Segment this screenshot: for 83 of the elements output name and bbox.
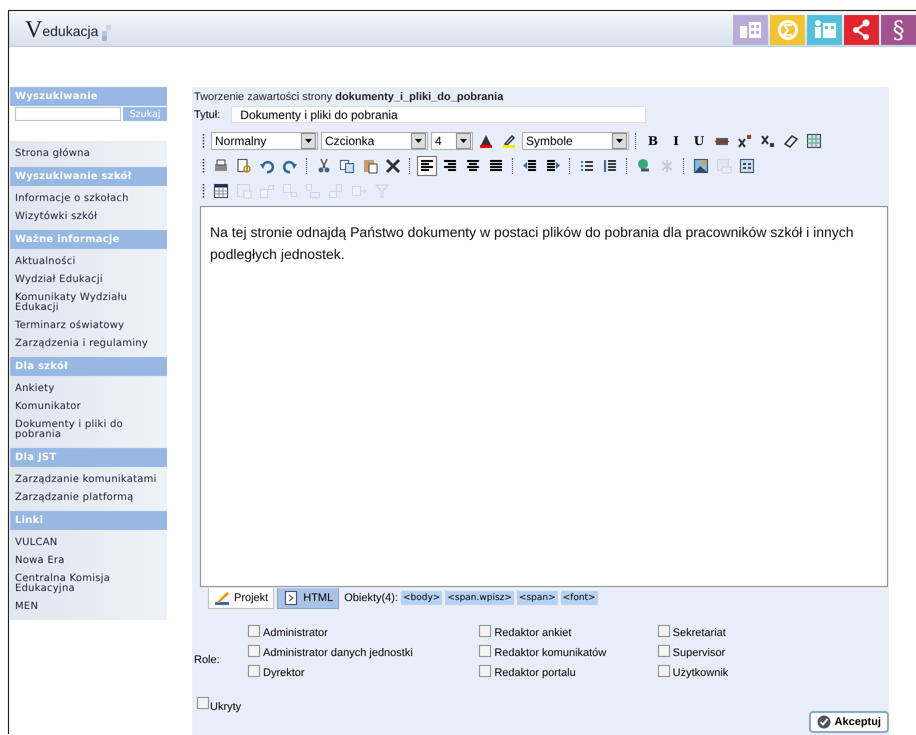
menu-link[interactable]: Zarządzanie komunikatami [10, 471, 167, 489]
search-field[interactable] [15, 107, 121, 121]
section-header: Linki [10, 511, 167, 530]
format-button[interactable]: I [666, 130, 686, 150]
checkbox-label: Administrator danych jednostki [263, 646, 413, 659]
checkmark-icon [816, 715, 831, 729]
checkbox[interactable] [479, 625, 492, 637]
checkbox-label: Supervisor [672, 646, 726, 659]
checkbox[interactable] [248, 665, 260, 677]
menu-link[interactable]: Dokumenty i pliki do pobrania [10, 416, 167, 444]
section-header: Dla szkół [10, 357, 167, 376]
toolbar-grip[interactable] [202, 182, 205, 198]
checkbox[interactable] [248, 645, 260, 657]
section-header: Dla JST [10, 448, 167, 467]
checkbox[interactable] [479, 665, 492, 677]
caret-icon [415, 138, 422, 142]
caret-icon [305, 138, 312, 142]
field-label: Tytuł: [194, 108, 220, 120]
checkbox[interactable] [248, 625, 260, 637]
caret-icon [616, 138, 623, 142]
menu-link[interactable]: Nowa Era [10, 552, 167, 570]
squares-icon [100, 24, 114, 40]
menu-link[interactable]: MEN [10, 598, 167, 616]
page-heading: Tworzenie zawartości strony dokumenty_i_pliki_do_pobrania [193, 91, 504, 103]
checkbox[interactable] [658, 625, 670, 637]
element-tag[interactable]: <span> [516, 591, 558, 605]
section-header: Ważne informacje [10, 230, 167, 249]
element-tag[interactable]: <span.wpisz> [445, 591, 514, 605]
editor-area[interactable]: Na tej stronie odnajdą Państwo dokumenty w postaci plików do pobrania dla pracowników szkół i innych podległych jednostek. [200, 206, 888, 587]
menu-link[interactable]: Zarządzenia i regulaminy [10, 335, 167, 353]
dropdown[interactable]: Symbole [522, 132, 629, 150]
body-text: Na tej stronie odnajdą Państwo dokumenty w postaci plików do pobrania dla pracowników szkół i innych podległych jednostek. [210, 223, 855, 264]
dropdown[interactable]: 4 [431, 132, 473, 150]
menu-link[interactable]: Informacje o szkołach [10, 190, 167, 208]
dropdown[interactable]: Normalny [211, 132, 318, 150]
section-header: Wyszukiwanie szkół [10, 167, 167, 186]
element-tag[interactable]: <body> [401, 591, 442, 605]
menu-link[interactable]: Centralna Komisja Edukacyjna [10, 570, 167, 598]
app-tile[interactable] [770, 14, 805, 44]
checkbox[interactable] [658, 665, 670, 677]
accept-button[interactable]: Akceptuj [808, 711, 889, 733]
format-button[interactable]: B [643, 130, 663, 150]
checkbox-label: Sekretariat [672, 626, 726, 639]
toolbar-grip[interactable] [202, 132, 205, 148]
code-file-icon [283, 590, 300, 606]
menu-link[interactable]: Wizytówki szkół [10, 208, 167, 226]
app-tile[interactable] [844, 14, 879, 44]
field-label: Role: [194, 654, 220, 666]
menu-link[interactable]: Komunikator [10, 398, 167, 416]
app-tile[interactable] [807, 14, 842, 44]
align-left-icon[interactable] [417, 156, 437, 176]
menu-link[interactable]: VULCAN [10, 534, 167, 552]
checkbox-label: Użytkownik [672, 666, 728, 679]
paragraph-tile[interactable]: § [881, 14, 916, 44]
menu-link[interactable]: Zarządzanie platformą [10, 489, 167, 507]
format-button[interactable]: U [689, 130, 709, 150]
checkbox[interactable] [658, 645, 670, 657]
caret-icon [460, 138, 467, 142]
menu-link[interactable]: Terminarz oświatowy [10, 317, 167, 335]
checkbox-label: Redaktor portalu [494, 666, 576, 679]
menu-link[interactable]: Wydział Edukacji [10, 271, 167, 289]
checkbox[interactable] [479, 645, 492, 657]
objects-label: Obiekty(4): [344, 592, 398, 604]
app-tile[interactable] [733, 14, 768, 44]
checkbox-label: Dyrektor [263, 666, 305, 679]
checkbox-label: Redaktor komunikatów [494, 646, 606, 659]
mode-tab[interactable]: HTML [277, 588, 340, 608]
title-field[interactable]: Dokumenty i pliki do pobrania [231, 106, 646, 123]
menu-link[interactable]: Komunikaty Wydziału Edukacji [10, 289, 167, 317]
checkbox-label: Administrator [263, 626, 328, 639]
element-tag[interactable]: <font> [560, 591, 598, 605]
logo-mark: V [25, 18, 42, 40]
checkbox-label: Redaktor ankiet [494, 626, 572, 639]
logo-text: edukacja [42, 22, 98, 40]
section-header: Wyszukiwanie [10, 87, 167, 106]
checkbox-label: Ukryty [210, 700, 242, 713]
menu-link[interactable]: Aktualności [10, 253, 167, 271]
mode-tab[interactable]: Projekt [208, 588, 274, 608]
toolbar-grip[interactable] [202, 158, 205, 174]
dropdown[interactable]: Czcionka [321, 132, 428, 150]
pencil-ruler-icon [214, 590, 230, 606]
menu-link[interactable]: Ankiety [10, 380, 167, 398]
checkbox[interactable] [197, 697, 209, 709]
